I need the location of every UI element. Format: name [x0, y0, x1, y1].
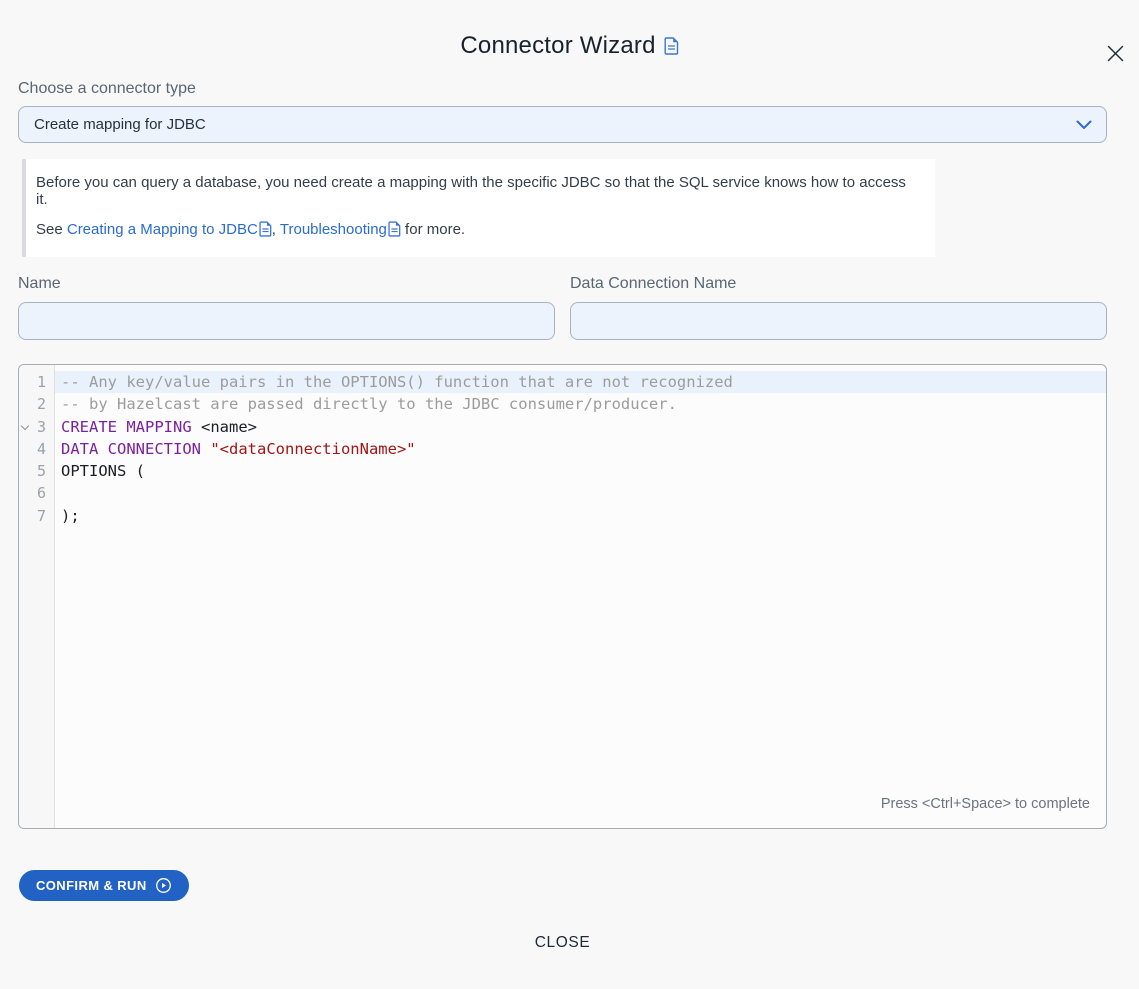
line-number: 3 — [19, 416, 54, 438]
info-see-prefix: See — [36, 221, 67, 238]
code-line[interactable]: ); — [55, 505, 1106, 527]
name-label: Name — [18, 275, 555, 293]
code-token-plain: ); — [61, 507, 80, 525]
data-connection-name-label: Data Connection Name — [570, 275, 1107, 293]
code-token-plain: <name> — [192, 418, 257, 436]
code-token-plain: OPTIONS ( — [61, 462, 145, 480]
code-token-keyword: DATA CONNECTION — [61, 440, 201, 458]
code-line[interactable]: DATA CONNECTION "<dataConnectionName>" — [55, 438, 1106, 460]
info-paragraph: Before you can query a database, you nee… — [36, 174, 919, 208]
chevron-down-icon — [1076, 120, 1092, 130]
connector-wizard-dialog: Connector Wizard Choose a connector type… — [0, 32, 1139, 958]
line-number: 6 — [19, 482, 54, 504]
autocomplete-hint: Press <Ctrl+Space> to complete — [881, 796, 1090, 812]
fold-chevron-icon[interactable] — [21, 421, 29, 429]
code-token-comment: -- by Hazelcast are passed directly to t… — [61, 395, 677, 413]
close-icon[interactable] — [1104, 42, 1127, 65]
confirm-run-label: CONFIRM & RUN — [36, 878, 147, 893]
line-number: 5 — [19, 460, 54, 482]
info-suffix: for more. — [401, 221, 465, 238]
connector-type-label: Choose a connector type — [18, 80, 1107, 98]
data-connection-name-input[interactable] — [570, 302, 1107, 340]
connector-type-selected-value: Create mapping for JDBC — [34, 116, 206, 133]
name-field-group: Name — [18, 275, 555, 340]
document-icon — [388, 224, 401, 241]
name-fields-row: Name Data Connection Name — [18, 275, 1107, 340]
sql-editor[interactable]: 1234567 -- Any key/value pairs in the OP… — [18, 364, 1107, 829]
page-title: Connector Wizard — [0, 32, 1139, 60]
connector-type-select[interactable]: Create mapping for JDBC — [18, 106, 1107, 143]
info-separator: , — [272, 221, 280, 238]
dialog-footer: CLOSE — [18, 928, 1107, 958]
link-troubleshooting[interactable]: Troubleshooting — [280, 221, 387, 238]
line-number: 4 — [19, 438, 54, 460]
data-connection-name-field-group: Data Connection Name — [570, 275, 1107, 340]
code-token-comment: -- Any key/value pairs in the OPTIONS() … — [61, 373, 733, 391]
editor-gutter: 1234567 — [19, 365, 55, 828]
code-line[interactable]: -- by Hazelcast are passed directly to t… — [55, 393, 1106, 415]
code-line[interactable]: CREATE MAPPING <name> — [55, 416, 1106, 438]
line-number: 1 — [19, 371, 54, 393]
confirm-run-button[interactable]: CONFIRM & RUN — [19, 870, 189, 901]
close-button[interactable]: CLOSE — [525, 928, 601, 958]
code-token-plain — [201, 440, 210, 458]
document-icon — [664, 37, 679, 55]
dialog-title-text: Connector Wizard — [460, 32, 655, 60]
info-links-paragraph: See Creating a Mapping to JDBC, Troubles… — [36, 221, 919, 241]
name-input[interactable] — [18, 302, 555, 340]
code-token-string: "<dataConnectionName>" — [210, 440, 415, 458]
code-line[interactable]: OPTIONS ( — [55, 460, 1106, 482]
link-creating-a-mapping-to-jdbc[interactable]: Creating a Mapping to JDBC — [67, 221, 258, 238]
info-box: Before you can query a database, you nee… — [22, 159, 935, 257]
document-icon — [259, 224, 272, 241]
code-token-keyword: CREATE MAPPING — [61, 418, 192, 436]
editor-code-area[interactable]: -- Any key/value pairs in the OPTIONS() … — [55, 365, 1106, 828]
code-line[interactable]: -- Any key/value pairs in the OPTIONS() … — [55, 371, 1106, 393]
play-circle-icon — [155, 877, 172, 894]
line-number: 2 — [19, 393, 54, 415]
code-line[interactable] — [55, 482, 1106, 504]
line-number: 7 — [19, 505, 54, 527]
